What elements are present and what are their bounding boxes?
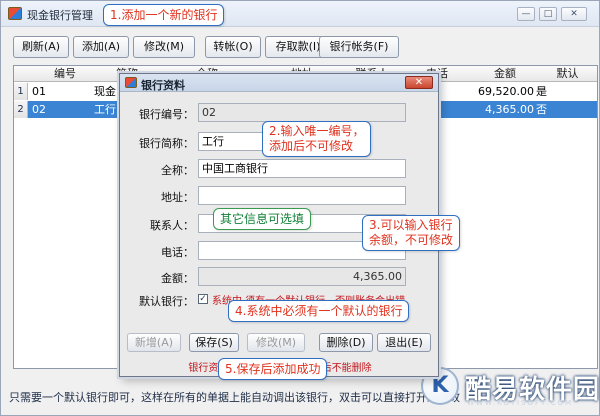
cell-default: 否: [536, 103, 547, 116]
phone-label: 电话：: [161, 246, 194, 259]
dialog-title: 银行资料: [141, 79, 185, 92]
callout-optional-info: 其它信息可选填: [213, 208, 312, 230]
window-title: 现金银行管理: [27, 9, 93, 22]
callout-text: 余额，不可修改: [369, 233, 454, 247]
callout-text: 其它信息可选填: [220, 212, 305, 226]
app-icon: [8, 7, 22, 20]
callout-save-success: 5.保存后添加成功: [218, 358, 328, 380]
col-header-default[interactable]: 默认: [538, 66, 597, 82]
status-bar-text: 只需要一个默认银行即可，这样在所有的单据上能自动调出该银行，双击可以直接打开来修…: [9, 391, 460, 404]
close-window-button[interactable]: ✕: [561, 7, 587, 21]
cell-amount: 69,520.00: [478, 85, 534, 98]
callout-text: 5.保存后添加成功: [225, 362, 321, 376]
callout-text: 4.系统中必须有一个默认的银行: [235, 304, 403, 318]
cell-code: 01: [32, 85, 46, 98]
col-header-amount[interactable]: 金额: [472, 66, 538, 82]
new-button[interactable]: 新增(A): [127, 333, 181, 352]
callout-text: 1.添加一个新的银行: [110, 8, 218, 22]
add-button[interactable]: 添加(A): [73, 36, 129, 58]
bank-full-label: 全称：: [161, 164, 194, 177]
save-button[interactable]: 保存(S): [189, 333, 239, 352]
callout-unique-code: 2.输入唯一编号， 添加后不可修改: [262, 121, 372, 157]
callout-balance: 3.可以输入银行 余额，不可修改: [362, 215, 461, 251]
title-bar: 现金银行管理 — □ ✕: [1, 1, 599, 27]
bank-full-input[interactable]: 中国工商银行: [198, 159, 406, 178]
col-header-code[interactable]: 编号: [28, 66, 102, 82]
row-number: 1: [14, 83, 28, 100]
edit-dialog-button[interactable]: 修改(M): [247, 333, 305, 352]
watermark-logo: K 酷易软件园 WWW.KUYISOFT.COM: [421, 361, 599, 413]
bank-short-label: 银行简称：: [139, 137, 194, 150]
contact-label: 联系人：: [150, 219, 194, 232]
cell-code: 02: [32, 103, 46, 116]
maximize-button[interactable]: □: [539, 7, 557, 21]
dialog-app-icon: [125, 77, 137, 88]
bank-accounts-button[interactable]: 银行帐务(F): [319, 36, 399, 58]
cell-default: 是: [536, 85, 547, 98]
default-bank-label: 默认银行：: [139, 295, 194, 308]
callout-text: 2.输入唯一编号，: [269, 124, 365, 138]
refresh-button[interactable]: 刷新(A): [13, 36, 69, 58]
edit-button[interactable]: 修改(M): [133, 36, 195, 58]
default-bank-checkbox[interactable]: ✓: [198, 294, 208, 304]
dialog-close-button[interactable]: ✕: [405, 76, 433, 89]
address-input[interactable]: [198, 186, 406, 205]
bank-code-input[interactable]: 02: [198, 103, 406, 122]
address-label: 地址：: [161, 191, 194, 204]
dialog-title-bar: 银行资料 ✕: [120, 74, 438, 92]
callout-text: 添加后不可修改: [269, 139, 354, 153]
amount-label: 金额：: [161, 272, 194, 285]
row-number: 2: [14, 101, 28, 118]
logo-subtext: WWW.KUYISOFT.COM: [467, 399, 574, 407]
minimize-button[interactable]: —: [517, 7, 535, 21]
callout-default-bank: 4.系统中必须有一个默认的银行: [228, 300, 410, 322]
exit-button[interactable]: 退出(E): [377, 333, 431, 352]
callout-text: 3.可以输入银行: [369, 218, 453, 232]
amount-input[interactable]: 4,365.00: [198, 267, 406, 286]
callout-add-bank: 1.添加一个新的银行: [103, 4, 225, 26]
cell-short: 工行: [94, 103, 116, 116]
transfer-button[interactable]: 转帐(O): [205, 36, 261, 58]
delete-button[interactable]: 删除(D): [319, 333, 373, 352]
cell-amount: 4,365.00: [485, 103, 534, 116]
cell-short: 现金: [94, 85, 116, 98]
bank-code-label: 银行编号：: [139, 108, 194, 121]
